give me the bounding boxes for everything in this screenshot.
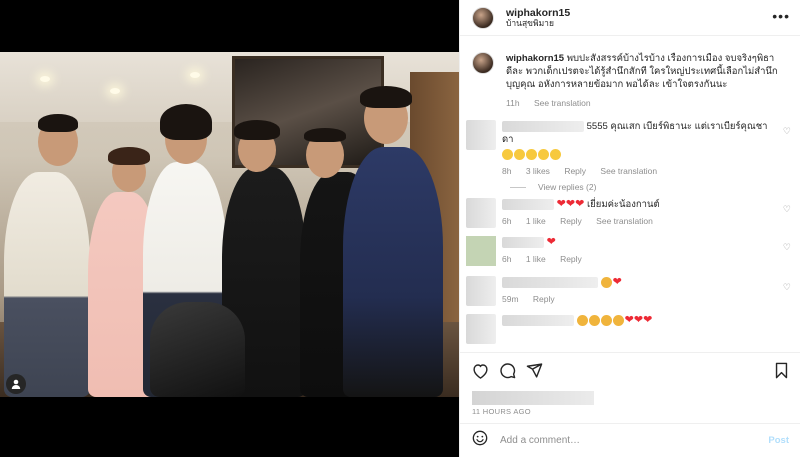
comment-input[interactable] <box>500 435 769 446</box>
comment-like-heart-icon[interactable]: ♡ <box>783 204 791 215</box>
post-photo[interactable] <box>0 52 459 397</box>
commenter-username-hidden[interactable] <box>502 236 544 248</box>
caption-see-translation[interactable]: See translation <box>534 98 591 108</box>
photo-person-cap <box>234 120 280 140</box>
comment-emojis <box>502 148 770 161</box>
caption-time[interactable]: 11h <box>506 98 520 108</box>
photo-leather-bag <box>150 302 245 397</box>
comment-time[interactable]: 6h <box>502 216 511 226</box>
photo-light <box>110 88 120 94</box>
more-options-icon[interactable]: ••• <box>772 9 790 23</box>
comment-item: ❤ 6h 1 like Reply ♡ <box>460 236 800 266</box>
comment-likes[interactable]: 3 likes <box>526 166 550 176</box>
comment-reply-button[interactable]: Reply <box>564 166 586 176</box>
photo-person-hair <box>160 104 212 140</box>
post-comment-button[interactable]: Post <box>768 435 789 446</box>
comment-time[interactable]: 6h <box>502 254 511 264</box>
comment-reply-button[interactable]: Reply <box>533 294 555 304</box>
commenter-avatar[interactable] <box>466 314 496 344</box>
photo-person-hair <box>38 114 78 132</box>
comment-item: ❤❤❤ เยี่ยมค่ะน้องกานต์ 6h 1 like Reply S… <box>460 198 800 228</box>
author-avatar[interactable] <box>472 6 494 29</box>
share-icon[interactable] <box>526 362 543 384</box>
photo-person <box>4 172 90 397</box>
comments-list[interactable]: wiphakorn15 พบปะสังสรรค์บ้างไรบ้าง เรื่อ… <box>460 52 800 352</box>
photo-person-hair <box>108 147 150 165</box>
post-location[interactable]: บ้านสุขพิมาย <box>506 18 570 29</box>
comment-likes[interactable]: 1 like <box>526 254 546 264</box>
view-replies-button[interactable]: View replies (2) <box>460 182 800 192</box>
comment-like-heart-icon[interactable]: ♡ <box>783 126 791 137</box>
comment-item: ❤ 59m Reply ♡ <box>460 276 800 306</box>
photo-person-hair <box>304 128 346 142</box>
author-avatar[interactable] <box>472 52 494 74</box>
user-tag-icon[interactable] <box>6 374 26 394</box>
commenter-avatar[interactable] <box>466 120 496 150</box>
photo-person-hair <box>360 86 412 108</box>
commenter-username-hidden[interactable] <box>502 120 584 132</box>
comment-likes[interactable]: 1 like <box>526 216 546 226</box>
author-username[interactable]: wiphakorn15 <box>506 7 570 19</box>
comment-hearts: ❤ <box>546 236 556 248</box>
post-header: wiphakorn15 บ้านสุขพิมาย ••• <box>460 0 800 36</box>
heart-icon[interactable] <box>472 363 489 384</box>
post-timestamp[interactable]: 11 HOURS AGO <box>472 407 789 416</box>
comment-reply-button[interactable]: Reply <box>560 254 582 264</box>
comment-see-translation[interactable]: See translation <box>596 216 653 226</box>
comment-text: เยี่ยมค่ะน้องกานต์ <box>586 199 660 210</box>
comment-time[interactable]: 8h <box>502 166 511 176</box>
comment-icon[interactable] <box>499 362 516 384</box>
comment-reply-button[interactable]: Reply <box>560 216 582 226</box>
emoji-icon[interactable] <box>472 430 488 451</box>
commenter-username-hidden[interactable] <box>502 314 574 326</box>
bookmark-icon[interactable] <box>774 362 789 384</box>
post-actions: 11 HOURS AGO <box>460 352 800 416</box>
post-media[interactable] <box>0 0 459 457</box>
likes-count-hidden[interactable] <box>472 391 594 405</box>
commenter-avatar[interactable] <box>466 236 496 266</box>
photo-person <box>343 147 443 397</box>
caption-username[interactable]: wiphakorn15 <box>506 53 564 64</box>
commenter-avatar[interactable] <box>466 276 496 306</box>
commenter-username-hidden[interactable] <box>502 276 598 288</box>
post-sidebar: wiphakorn15 บ้านสุขพิมาย ••• wiphakorn15… <box>459 0 800 457</box>
comment-item: ❤❤❤ <box>460 314 800 344</box>
comment-item: 5555 คุณเสก เบียร์พิธานะ แต่เราเบียร์คุณ… <box>460 120 800 178</box>
add-comment-bar: Post <box>460 423 800 457</box>
photo-light <box>40 76 50 82</box>
comment-hearts: ❤❤❤ <box>556 198 585 210</box>
comment-time[interactable]: 59m <box>502 294 519 304</box>
comment-see-translation[interactable]: See translation <box>600 166 657 176</box>
commenter-username-hidden[interactable] <box>502 198 554 210</box>
comment-like-heart-icon[interactable]: ♡ <box>783 282 791 293</box>
commenter-avatar[interactable] <box>466 198 496 228</box>
photo-light <box>190 72 200 78</box>
post-caption: wiphakorn15 พบปะสังสรรค์บ้างไรบ้าง เรื่อ… <box>460 52 800 110</box>
comment-like-heart-icon[interactable]: ♡ <box>783 242 791 253</box>
